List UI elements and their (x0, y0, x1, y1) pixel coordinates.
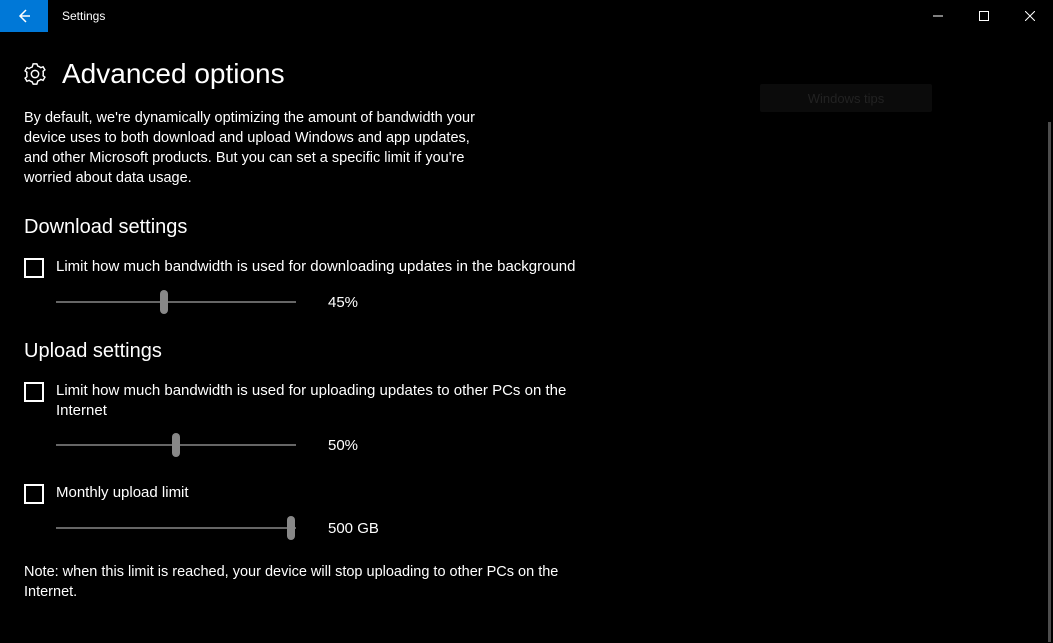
maximize-icon (979, 11, 989, 21)
windows-tips-banner[interactable]: Windows tips (760, 84, 932, 112)
upload-limit-label: Limit how much bandwidth is used for upl… (56, 381, 584, 421)
close-button[interactable] (1007, 0, 1053, 32)
arrow-left-icon (16, 8, 32, 24)
download-limit-label: Limit how much bandwidth is used for dow… (56, 257, 576, 277)
maximize-button[interactable] (961, 0, 1007, 32)
download-settings-section: Download settings Limit how much bandwid… (24, 216, 1053, 314)
close-icon (1025, 11, 1035, 21)
minimize-icon (933, 11, 943, 21)
vertical-scrollbar[interactable] (1048, 122, 1051, 642)
monthly-upload-limit-checkbox[interactable] (24, 484, 44, 504)
intro-text: By default, we're dynamically optimizing… (24, 108, 484, 188)
minimize-button[interactable] (915, 0, 961, 32)
download-heading: Download settings (24, 216, 1053, 239)
upload-bandwidth-slider[interactable] (56, 433, 296, 457)
monthly-upload-limit-slider[interactable] (56, 516, 296, 540)
gear-icon (24, 63, 46, 85)
upload-limit-note: Note: when this limit is reached, your d… (24, 562, 584, 602)
app-title: Settings (48, 0, 105, 32)
monthly-upload-limit-value: 500 GB (328, 520, 388, 537)
tip-label: Windows tips (808, 91, 885, 106)
upload-bandwidth-value: 50% (328, 437, 388, 454)
upload-settings-section: Upload settings Limit how much bandwidth… (24, 340, 1053, 540)
download-bandwidth-slider[interactable] (56, 290, 296, 314)
upload-heading: Upload settings (24, 340, 1053, 363)
monthly-upload-limit-label: Monthly upload limit (56, 483, 189, 503)
titlebar: Settings (0, 0, 1053, 32)
page-title: Advanced options (62, 58, 285, 90)
download-limit-checkbox[interactable] (24, 258, 44, 278)
upload-limit-checkbox[interactable] (24, 382, 44, 402)
download-bandwidth-value: 45% (328, 294, 388, 311)
back-button[interactable] (0, 0, 48, 32)
